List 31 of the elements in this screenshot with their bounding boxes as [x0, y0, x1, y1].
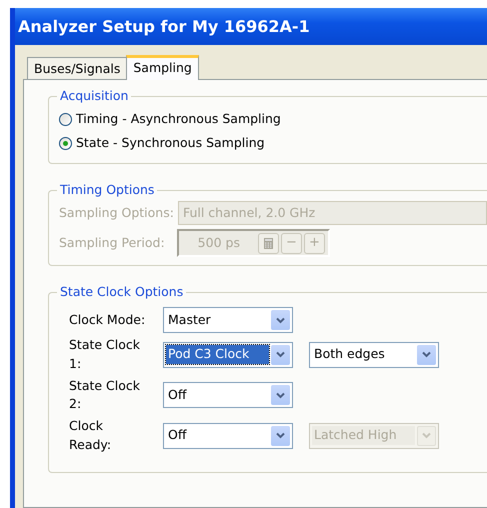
dropdown[interactable]: Pod C3 Clock — [163, 342, 293, 368]
dropdown[interactable]: Master — [163, 307, 293, 333]
dropdown[interactable]: Both edges — [309, 342, 439, 368]
dropdown[interactable]: Off — [163, 382, 293, 408]
radio-button[interactable] — [59, 112, 72, 126]
tab[interactable]: Buses/Signals — [27, 57, 128, 79]
chevron-down-icon — [276, 351, 285, 358]
tab[interactable]: Sampling — [126, 55, 199, 80]
field-label: Sampling Options: — [59, 204, 174, 222]
radio-label: Timing - Asynchronous Sampling — [76, 110, 281, 128]
chevron-down-icon — [276, 316, 285, 324]
group-title: Acquisition — [57, 88, 132, 104]
field-label: Sampling Period: — [59, 234, 165, 252]
radio-option[interactable]: State - Synchronous Sampling — [59, 131, 265, 155]
chevron-down-icon — [276, 392, 285, 399]
field-label: Clock Mode: — [68, 310, 146, 329]
dropdown[interactable]: Off — [163, 422, 293, 449]
radio-button[interactable] — [59, 136, 72, 150]
radio-option[interactable]: Timing - Asynchronous Sampling — [59, 107, 281, 131]
chevron-down-icon — [422, 351, 431, 358]
chevron-down-icon — [422, 432, 431, 440]
window-title: Analyzer Setup for My 16962A-1 — [15, 8, 487, 45]
chevron-down-icon — [276, 432, 285, 440]
group-title: Timing Options — [57, 182, 158, 198]
field-label: Clock Ready: — [68, 417, 112, 454]
radio-label: State - Synchronous Sampling — [76, 134, 265, 152]
field-label: State Clock 1: — [68, 336, 142, 373]
field-label: State Clock 2: — [68, 376, 142, 414]
calculator-icon — [264, 238, 273, 248]
field-value: 500 ps — [196, 234, 241, 252]
group-title: State Clock Options — [57, 284, 186, 300]
